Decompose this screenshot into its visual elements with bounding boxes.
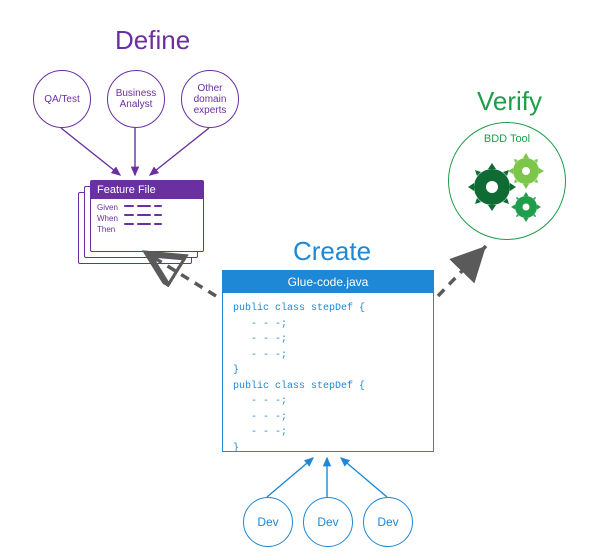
- gears-icon: [464, 151, 550, 229]
- dev-bubble-1: Dev: [243, 497, 293, 547]
- bdd-tool-circle: BDD Tool: [448, 122, 566, 240]
- dev-bubble-2: Dev: [303, 497, 353, 547]
- dev-label: Dev: [377, 515, 398, 529]
- dev-label: Dev: [317, 515, 338, 529]
- verify-title: Verify: [477, 86, 542, 117]
- bdd-tool-label: BDD Tool: [449, 133, 565, 145]
- dev-bubble-3: Dev: [363, 497, 413, 547]
- create-arrows: [0, 0, 450, 560]
- dev-label: Dev: [257, 515, 278, 529]
